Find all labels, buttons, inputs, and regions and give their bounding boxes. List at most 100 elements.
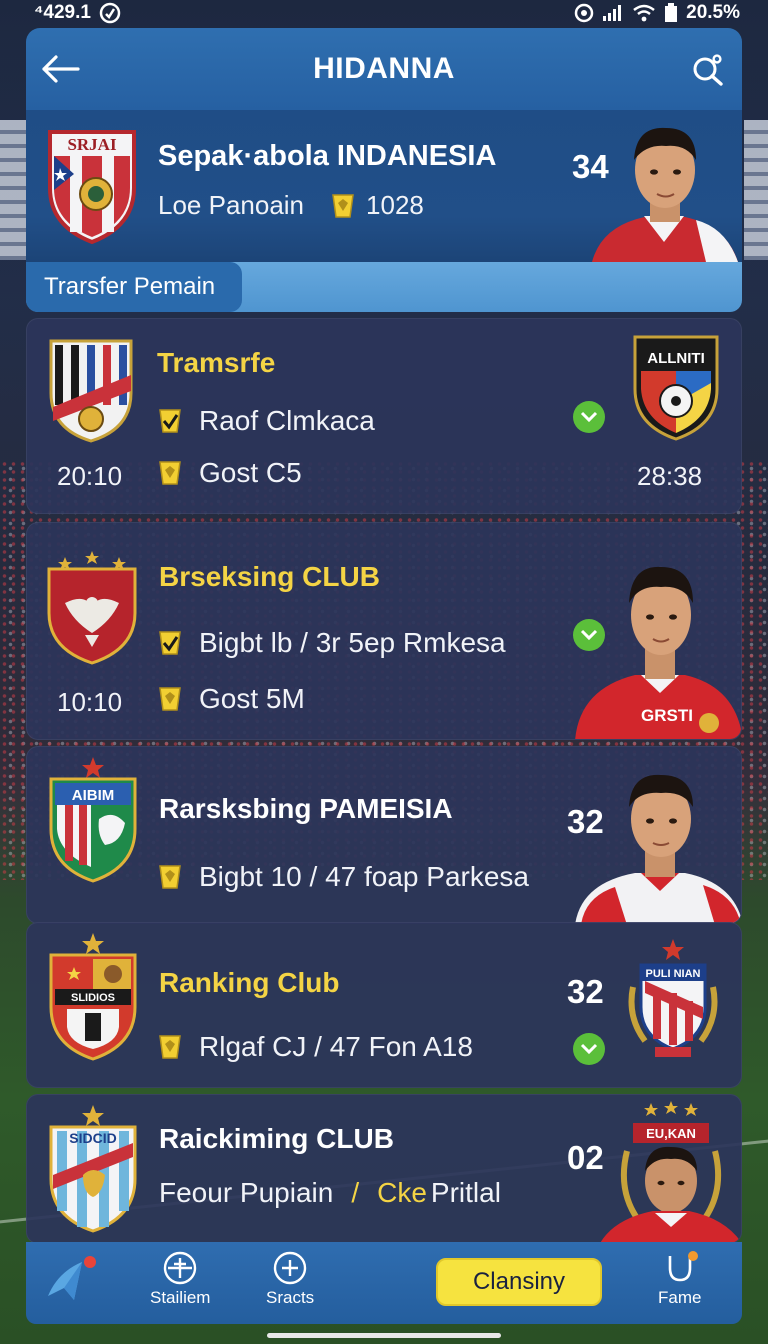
nav-sracts[interactable]: Sracts bbox=[266, 1250, 314, 1308]
nav-home[interactable] bbox=[44, 1252, 102, 1306]
chevron-down-icon bbox=[580, 411, 598, 423]
status-bar: ⁴429.1 20.5% bbox=[0, 0, 768, 26]
app-status-icon bbox=[99, 2, 121, 24]
club-card[interactable]: SLIDIOS Ranking Club Rlgaf CJ / 47 Fon A… bbox=[26, 922, 742, 1088]
opponent-crest-text: PULI NIAN bbox=[646, 968, 701, 980]
jersey-text: GRSTI bbox=[641, 706, 693, 725]
coin-icon bbox=[159, 461, 181, 485]
card-title: Rarsksbing PAMEISIA bbox=[159, 793, 453, 824]
coin-icon bbox=[159, 687, 181, 711]
opponent-club-crest: PULI NIAN bbox=[628, 939, 718, 1057]
check-badge-icon bbox=[159, 631, 181, 655]
opponent-crest-text: ALLNITI bbox=[647, 350, 705, 367]
club-crest-striped bbox=[49, 339, 133, 443]
card-title: Brseksing CLUB bbox=[159, 561, 380, 592]
opponent-club-crest: ALLNITI bbox=[633, 335, 719, 441]
record-icon bbox=[574, 3, 594, 23]
player-emblem-portrait: EU,KAN bbox=[600, 1101, 741, 1243]
club-crest-ranking: SLIDIOS bbox=[49, 933, 137, 1061]
card-line-2-text: Gost C5 bbox=[199, 457, 302, 488]
back-arrow-icon bbox=[42, 55, 80, 83]
nav-fame[interactable]: Fame bbox=[658, 1250, 701, 1308]
tab-strip: Trarsfer Pemain bbox=[26, 262, 742, 312]
floodlight-right bbox=[744, 120, 768, 260]
card-line-2: Gost C5 bbox=[155, 457, 302, 489]
battery-icon bbox=[665, 3, 678, 22]
card-line-1-separator: / bbox=[351, 1177, 360, 1208]
battery-percent: 20.5% bbox=[686, 2, 740, 23]
chevron-down-icon bbox=[580, 1043, 598, 1055]
card-line-1-highlight: Cke bbox=[377, 1177, 427, 1208]
coin-icon bbox=[159, 865, 181, 889]
featured-crest-text: SRJAI bbox=[67, 135, 117, 154]
card-line-1: Bigbt 10 / 47 foap Parkesa bbox=[155, 861, 529, 893]
emblem-text: EU,KAN bbox=[646, 1126, 696, 1141]
card-line-2-text: Gost 5M bbox=[199, 683, 305, 714]
status-left: ⁴429.1 bbox=[34, 2, 121, 24]
wifi-icon bbox=[633, 4, 655, 22]
coin-amount: 1028 bbox=[366, 190, 424, 220]
club-card[interactable]: SIDCID Raickiming CLUB Feour Pupiain / C… bbox=[26, 1094, 742, 1244]
status-right: 20.5% bbox=[574, 2, 740, 24]
card-line-1-text: Bigbt 10 / 47 foap Parkesa bbox=[199, 861, 529, 892]
search-button[interactable] bbox=[688, 50, 728, 88]
featured-player-portrait bbox=[592, 127, 738, 262]
stadium-icon bbox=[164, 1251, 197, 1285]
player-portrait: GRSTI bbox=[575, 566, 741, 739]
chevron-down-button[interactable] bbox=[573, 401, 605, 433]
card-line-1-text: Rlgaf CJ / 47 Fon A18 bbox=[199, 1031, 473, 1062]
search-icon bbox=[693, 54, 723, 86]
status-time: ⁴429.1 bbox=[34, 2, 91, 23]
nav-label: Sracts bbox=[266, 1288, 315, 1307]
add-circle-icon bbox=[273, 1251, 307, 1285]
card-line-1: Rlgaf CJ / 47 Fon A18 bbox=[155, 1031, 473, 1063]
card-line-1-text: Raof Clmkaca bbox=[199, 405, 375, 436]
clansiny-button[interactable]: Clansiny bbox=[436, 1258, 602, 1306]
coin-icon bbox=[159, 1035, 181, 1059]
card-line-1: Raof Clmkaca bbox=[155, 405, 375, 437]
back-button[interactable] bbox=[40, 50, 80, 88]
club-card[interactable]: AIBIM Rarsksbing PAMEISIA Bigbt 10 / 47 … bbox=[26, 746, 742, 924]
card-line-1: Feour Pupiain / Cke Pritlal bbox=[159, 1177, 501, 1209]
nav-stailiem[interactable]: Stailiem bbox=[150, 1250, 210, 1308]
transfer-card[interactable]: Tramsrfe Raof Clmkaca 20:10 Gost C5 ALLN… bbox=[26, 318, 742, 514]
card-title: Ranking Club bbox=[159, 967, 340, 998]
crest-text: AIBIM bbox=[72, 787, 115, 804]
signal-icon bbox=[603, 5, 622, 21]
card-time-left: 20:10 bbox=[57, 461, 123, 491]
club-card[interactable]: Brseksing CLUB Bigbt lb / 3r 5ep Rmkesa … bbox=[26, 522, 742, 740]
featured-subtitle-row: Loe Panoain 1028 bbox=[158, 190, 424, 221]
club-crest-green: AIBIM bbox=[49, 757, 137, 883]
crest-text: SLIDIOS bbox=[71, 992, 115, 1004]
card-line-2: Gost 5M bbox=[155, 683, 305, 715]
card-title: Tramsrfe bbox=[157, 347, 276, 378]
app-container: HIDANNA SRJAI Sepak·abola INDANESIA Loe … bbox=[26, 28, 742, 1324]
card-score: 32 bbox=[567, 973, 604, 1010]
bottom-navigation: Stailiem Sracts Clansiny Fame bbox=[26, 1242, 742, 1324]
featured-club-crest: SRJAI bbox=[48, 130, 136, 245]
home-indicator[interactable] bbox=[267, 1333, 501, 1338]
card-line-1: Bigbt lb / 3r 5ep Rmkesa bbox=[155, 627, 506, 659]
featured-club-banner[interactable]: SRJAI Sepak·abola INDANESIA Loe Panoain … bbox=[26, 110, 742, 262]
crest-text: SIDCID bbox=[69, 1130, 116, 1146]
card-line-1-text: Bigbt lb / 3r 5ep Rmkesa bbox=[199, 627, 506, 658]
club-crest-eagle bbox=[47, 551, 137, 665]
card-time-left: 10:10 bbox=[57, 687, 123, 717]
nav-label: Stailiem bbox=[150, 1288, 211, 1307]
card-line-1-text: Feour Pupiain bbox=[159, 1177, 334, 1208]
card-line-1-end: Pritlal bbox=[430, 1177, 501, 1208]
trophy-icon bbox=[668, 1251, 698, 1282]
chevron-down-button[interactable] bbox=[573, 1033, 605, 1065]
coin-balance: 1028 bbox=[328, 190, 424, 221]
player-portrait bbox=[575, 774, 741, 923]
card-time-right: 28:38 bbox=[637, 461, 703, 491]
club-crest-skyblue: SIDCID bbox=[49, 1105, 137, 1233]
app-header: HIDANNA bbox=[26, 28, 742, 110]
featured-subtitle: Loe Panoain bbox=[158, 190, 305, 220]
page-title: HIDANNA bbox=[313, 52, 455, 85]
coin-icon bbox=[332, 193, 354, 218]
nav-label: Fame bbox=[658, 1288, 702, 1307]
tab-transfer-pemain[interactable]: Trarsfer Pemain bbox=[26, 262, 242, 312]
paper-plane-icon bbox=[48, 1256, 96, 1300]
featured-club-name: Sepak·abola INDANESIA bbox=[158, 140, 497, 172]
